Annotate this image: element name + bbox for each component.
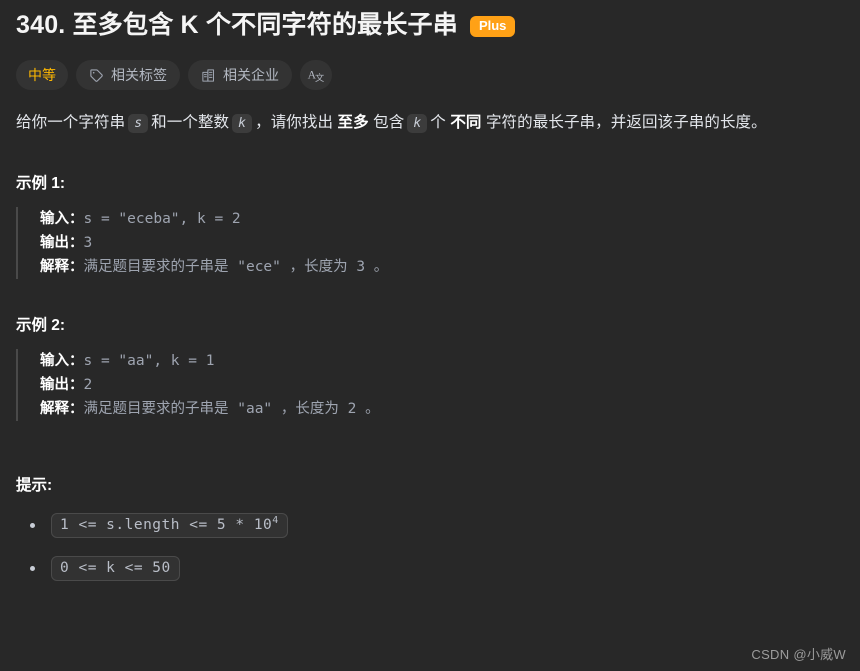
constraints-list: 1 <= s.length <= 5 * 104 0 <= k <= 50 xyxy=(16,513,844,581)
example-1-input-value: s = "eceba", k = 2 xyxy=(83,211,241,227)
example-2-block: 输入：s = "aa", k = 1 输出：2 解释：满足题目要求的子串是 "a… xyxy=(16,349,844,421)
example-2-output: 输出：2 xyxy=(40,373,844,397)
example-2-input: 输入：s = "aa", k = 1 xyxy=(40,349,844,373)
desc-part-3: ，请你找出 xyxy=(255,114,334,131)
related-tags-button[interactable]: 相关标签 xyxy=(76,60,180,90)
example-1-explain-value: 满足题目要求的子串是 "ece" ，长度为 3 。 xyxy=(83,259,389,275)
hints-heading: 提示: xyxy=(16,477,53,494)
constraint-1-text: 1 <= s.length <= 5 * 10 xyxy=(60,517,273,533)
inline-code-k: k xyxy=(232,114,253,133)
example-1-input-label: 输入： xyxy=(40,211,84,227)
example-1-explain-label: 解释： xyxy=(40,259,84,275)
page-title: 340. 至多包含 K 个不同字符的最长子串 xyxy=(16,11,458,39)
desc-part-1: 给你一个字符串 xyxy=(16,114,126,131)
list-item: 1 <= s.length <= 5 * 104 xyxy=(16,513,844,538)
example-1-output-label: 输出： xyxy=(40,235,84,251)
meta-row: 中等 相关标签 相关企业 A 文 xyxy=(16,60,844,90)
example-1-output: 输出：3 xyxy=(40,231,844,255)
desc-bold-distinct: 不同 xyxy=(450,114,482,131)
building-icon xyxy=(201,68,216,83)
example-1-output-value: 3 xyxy=(83,235,93,251)
constraint-2-text: 0 <= k <= 50 xyxy=(60,560,171,576)
problem-page: 340. 至多包含 K 个不同字符的最长子串 Plus 中等 相关标签 相关企业… xyxy=(0,0,860,671)
problem-description: 给你一个字符串 s 和一个整数 k ，请你找出 至多 包含 k 个 不同 字符的最长子串，并… xyxy=(16,110,844,137)
related-tags-label: 相关标签 xyxy=(111,67,167,83)
desc-bold-atmost: 至多 xyxy=(337,114,369,131)
inline-code-k-2: k xyxy=(407,114,428,133)
bullet-icon xyxy=(30,523,35,528)
example-2-explain-value: 满足题目要求的子串是 "aa" ，长度为 2 。 xyxy=(83,401,380,417)
constraint-2: 0 <= k <= 50 xyxy=(51,556,180,581)
constraint-1: 1 <= s.length <= 5 * 104 xyxy=(51,513,288,538)
constraint-1-exponent: 4 xyxy=(272,515,279,527)
example-2-input-label: 输入： xyxy=(40,353,84,369)
example-1-input: 输入：s = "eceba", k = 2 xyxy=(40,207,844,231)
example-1-heading: 示例 1: xyxy=(16,175,66,192)
example-1-explanation: 解释：满足题目要求的子串是 "ece" ，长度为 3 。 xyxy=(40,255,844,279)
title-row: 340. 至多包含 K 个不同字符的最长子串 Plus xyxy=(16,8,844,42)
translate-icon: A 文 xyxy=(307,67,326,84)
example-2-heading: 示例 2: xyxy=(16,317,66,334)
example-2-output-label: 输出： xyxy=(40,377,84,393)
difficulty-badge: 中等 xyxy=(16,60,68,90)
related-companies-button[interactable]: 相关企业 xyxy=(188,60,292,90)
list-item: 0 <= k <= 50 xyxy=(16,556,844,581)
svg-text:文: 文 xyxy=(314,71,323,83)
example-2-explanation: 解释：满足题目要求的子串是 "aa" ，长度为 2 。 xyxy=(40,397,844,421)
related-companies-label: 相关企业 xyxy=(223,67,279,83)
desc-part-5: 个 xyxy=(430,114,446,131)
desc-part-4: 包含 xyxy=(373,114,405,131)
bullet-icon xyxy=(30,566,35,571)
watermark: CSDN @小威W xyxy=(751,647,846,662)
tag-icon xyxy=(89,68,104,83)
example-2-input-value: s = "aa", k = 1 xyxy=(83,353,215,369)
inline-code-s: s xyxy=(128,114,149,133)
translate-button[interactable]: A 文 xyxy=(300,60,332,90)
example-2-output-value: 2 xyxy=(83,377,93,393)
desc-part-6: 字符的最长子串，并返回该子串的长度。 xyxy=(485,114,767,131)
example-2-explain-label: 解释： xyxy=(40,401,84,417)
plus-badge: Plus xyxy=(469,15,516,37)
desc-part-2: 和一个整数 xyxy=(151,114,230,131)
example-1-block: 输入：s = "eceba", k = 2 输出：3 解释：满足题目要求的子串是… xyxy=(16,207,844,279)
